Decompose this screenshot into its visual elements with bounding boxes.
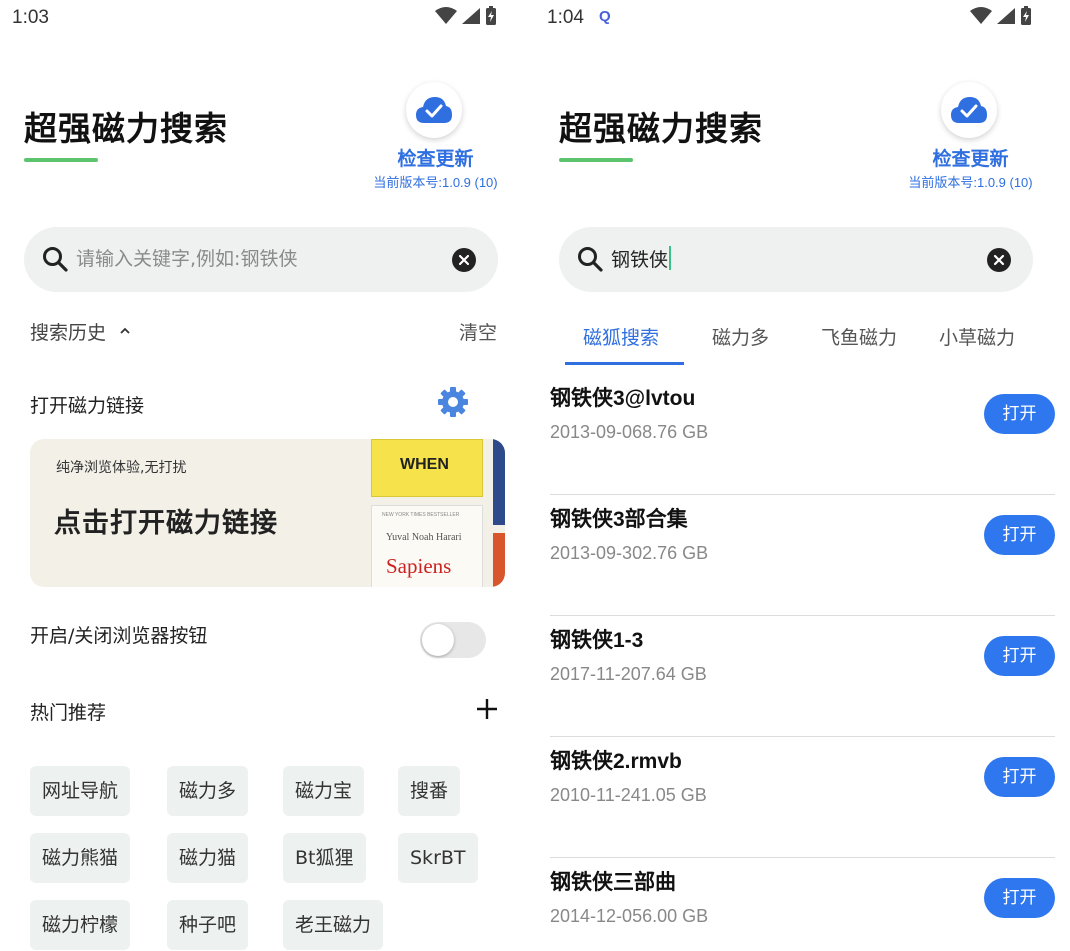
- result-name: 钢铁侠2.rmvb: [550, 750, 682, 773]
- open-button[interactable]: 打开: [984, 394, 1055, 434]
- hot-recommend-label: 热门推荐: [30, 702, 107, 724]
- hot-chip[interactable]: Bt狐狸: [283, 833, 366, 883]
- banner-subtitle: 纯净浏览体验,无打扰: [56, 460, 187, 476]
- search-history-label: 搜索历史: [30, 322, 107, 344]
- search-history-toggle[interactable]: 搜索历史: [30, 318, 132, 345]
- search-bar: 钢铁侠: [559, 227, 1033, 292]
- hot-chip[interactable]: 磁力多: [167, 766, 249, 816]
- search-results-screen: 1:04 Q 超强磁力搜索 检查更新 当前版本号:1.0.9 (10) 钢铁侠: [535, 0, 1070, 951]
- search-icon: [43, 247, 68, 272]
- text-caret: [669, 246, 672, 270]
- hot-chip[interactable]: 磁力宝: [283, 766, 365, 816]
- open-button[interactable]: 打开: [984, 757, 1055, 797]
- result-item[interactable]: 钢铁侠3部合集 2013-09-302.76 GB 打开: [550, 495, 1055, 616]
- result-name: 钢铁侠1-3: [550, 629, 644, 652]
- result-name: 钢铁侠3@lvtou: [550, 387, 696, 410]
- search-input[interactable]: 钢铁侠: [611, 245, 672, 272]
- title-underline: [559, 158, 633, 162]
- battery-icon: [486, 6, 496, 25]
- result-item[interactable]: 钢铁侠三部曲 2014-12-056.00 GB 打开: [550, 858, 1055, 951]
- notification-q-icon: Q: [599, 8, 611, 25]
- tab-feiyu[interactable]: 飞鱼磁力: [821, 323, 897, 350]
- result-item[interactable]: 钢铁侠2.rmvb 2010-11-241.05 GB 打开: [550, 737, 1055, 858]
- hot-chip[interactable]: 网址导航: [30, 766, 131, 816]
- hot-chip[interactable]: 搜番: [398, 766, 461, 816]
- open-button[interactable]: 打开: [984, 515, 1055, 555]
- status-time: 1:04: [547, 7, 584, 28]
- home-screen: 1:03 超强磁力搜索 检查更新 当前版本号:1.0.9 (10) 搜索历史: [0, 0, 535, 951]
- version-label: 当前版本号:1.0.9 (10): [908, 175, 1033, 190]
- chevron-up-icon: [120, 327, 130, 334]
- result-meta: 2010-11-241.05 GB: [550, 785, 707, 805]
- book-cover-image: WHEN: [371, 439, 483, 497]
- status-bar: 1:04 Q: [535, 0, 1070, 36]
- app-title: 超强磁力搜索: [559, 109, 763, 148]
- hot-chip[interactable]: 种子吧: [167, 900, 249, 950]
- active-tab-indicator: [565, 362, 684, 365]
- tab-ciliduo[interactable]: 磁力多: [712, 323, 769, 350]
- clear-search-button[interactable]: [987, 248, 1011, 272]
- book2-title: Sapiens: [386, 554, 452, 578]
- hot-chip[interactable]: 磁力柠檬: [30, 900, 131, 950]
- status-bar: 1:03: [0, 0, 535, 36]
- book-spine: [493, 439, 505, 525]
- tab-xiaocao[interactable]: 小草磁力: [939, 323, 1015, 350]
- banner-title: 点击打开磁力链接: [54, 508, 278, 539]
- result-name: 钢铁侠三部曲: [550, 871, 676, 894]
- battery-icon: [1021, 6, 1031, 25]
- browser-toggle-label: 开启/关闭浏览器按钮: [30, 625, 208, 647]
- hot-chip[interactable]: 老王磁力: [283, 900, 384, 950]
- wifi-icon: [435, 7, 457, 24]
- hot-chip[interactable]: 磁力熊猫: [30, 833, 131, 883]
- open-button[interactable]: 打开: [984, 636, 1055, 676]
- tab-cihu[interactable]: 磁狐搜索: [583, 323, 659, 350]
- hot-chip[interactable]: 磁力猫: [167, 833, 249, 883]
- open-magnet-label: 打开磁力链接: [30, 395, 145, 417]
- update-label: 检查更新: [397, 148, 474, 170]
- book2-author: Yuval Noah Harari: [386, 532, 462, 543]
- wifi-icon: [970, 7, 992, 24]
- book1-title: WHEN: [400, 456, 449, 473]
- result-meta: 2013-09-068.76 GB: [550, 422, 709, 442]
- result-meta: 2013-09-302.76 GB: [550, 543, 709, 563]
- signal-icon: [997, 8, 1015, 24]
- update-label: 检查更新: [932, 148, 1009, 170]
- search-icon: [578, 247, 603, 272]
- cloud-check-icon: [406, 82, 462, 138]
- title-underline: [24, 158, 98, 162]
- gear-icon[interactable]: [437, 386, 469, 418]
- result-item[interactable]: 钢铁侠1-3 2017-11-207.64 GB 打开: [550, 616, 1055, 737]
- check-update-button[interactable]: 检查更新 当前版本号:1.0.9 (10): [898, 82, 1043, 192]
- clear-search-button[interactable]: [452, 248, 476, 272]
- check-update-button[interactable]: 检查更新 当前版本号:1.0.9 (10): [363, 82, 508, 192]
- add-icon[interactable]: [475, 697, 499, 721]
- browser-toggle-switch[interactable]: [420, 622, 486, 658]
- signal-icon: [462, 8, 480, 24]
- toggle-knob: [422, 624, 454, 656]
- result-item[interactable]: 钢铁侠3@lvtou 2013-09-068.76 GB 打开: [550, 374, 1055, 495]
- version-label: 当前版本号:1.0.9 (10): [373, 175, 498, 190]
- cloud-check-icon: [941, 82, 997, 138]
- close-icon: [458, 254, 470, 266]
- hot-chip[interactable]: SkrBT: [398, 833, 478, 883]
- status-time: 1:03: [12, 7, 49, 28]
- book-spine: [493, 533, 505, 587]
- open-magnet-banner[interactable]: 纯净浏览体验,无打扰 点击打开磁力链接 WHEN NEW YORK TIMES …: [30, 439, 505, 587]
- clear-history-button[interactable]: 清空: [459, 318, 497, 345]
- book2-tag: NEW YORK TIMES BESTSELLER: [382, 512, 460, 518]
- book-cover-image: NEW YORK TIMES BESTSELLER Yuval Noah Har…: [371, 505, 483, 587]
- open-button[interactable]: 打开: [984, 878, 1055, 918]
- source-tabs: 磁狐搜索 磁力多 飞鱼磁力 小草磁力: [559, 316, 1049, 366]
- close-icon: [993, 254, 1005, 266]
- search-input-value: 钢铁侠: [611, 249, 669, 271]
- result-name: 钢铁侠3部合集: [550, 508, 688, 531]
- search-bar: [24, 227, 498, 292]
- app-title: 超强磁力搜索: [24, 109, 228, 148]
- result-meta: 2017-11-207.64 GB: [550, 664, 707, 684]
- search-input[interactable]: [76, 243, 436, 275]
- result-meta: 2014-12-056.00 GB: [550, 906, 709, 926]
